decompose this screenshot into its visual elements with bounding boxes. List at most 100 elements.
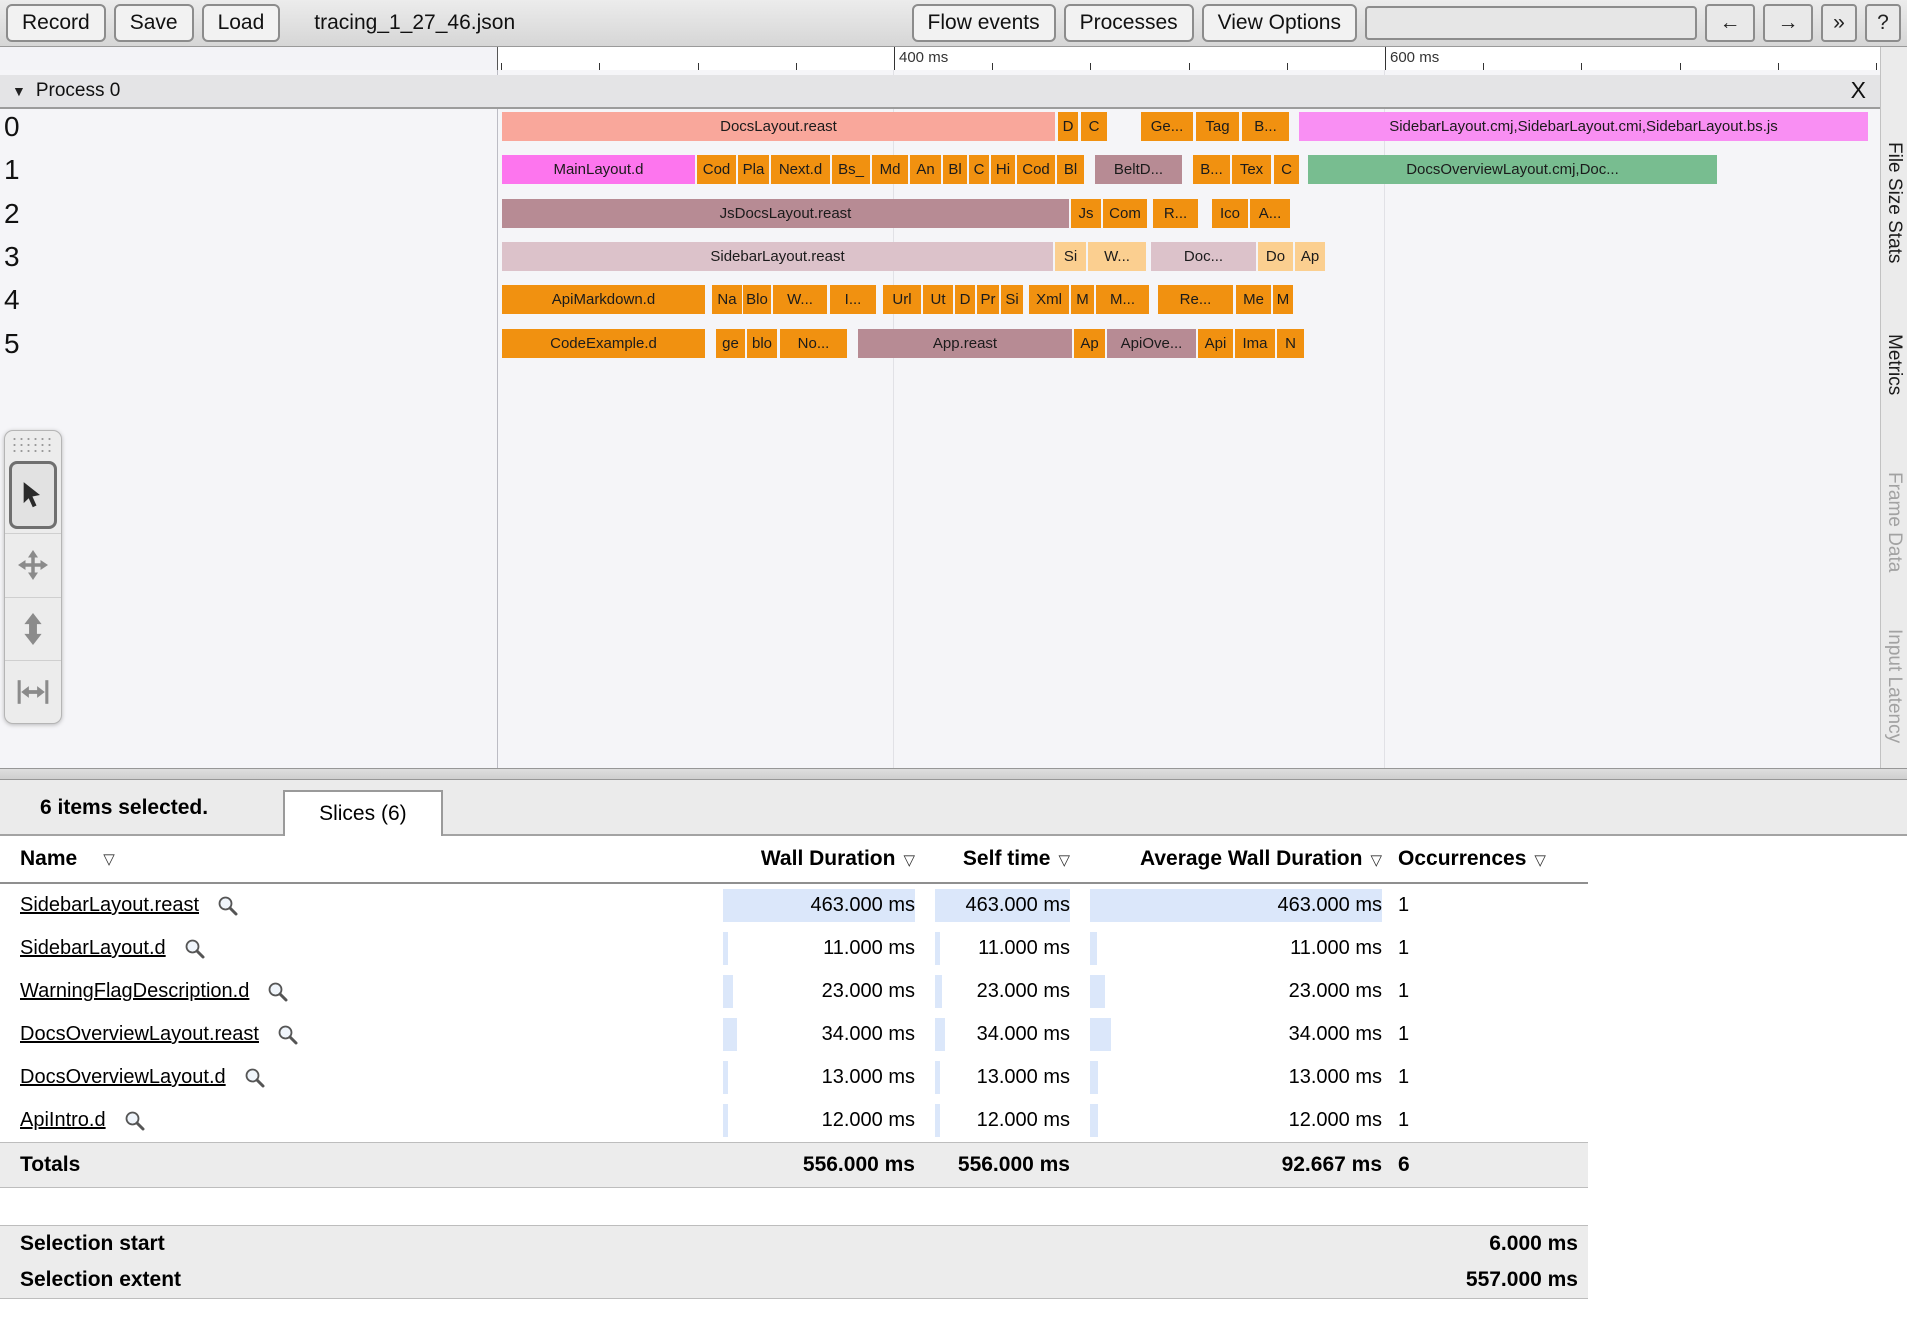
timing-tool-button[interactable] [5, 660, 61, 723]
flame-slice[interactable]: Pla [738, 155, 769, 184]
flow-events-button[interactable]: Flow events [912, 4, 1056, 41]
flame-slice[interactable]: Ap [1295, 242, 1325, 271]
view-options-button[interactable]: View Options [1202, 4, 1357, 41]
flame-slice[interactable]: Si [1001, 285, 1023, 314]
column-header-average-wall-duration[interactable]: Average Wall Duration▽ [1090, 847, 1382, 871]
magnifier-icon[interactable] [124, 1110, 146, 1132]
flame-slice[interactable]: Si [1055, 242, 1086, 271]
flame-slice[interactable]: An [910, 155, 941, 184]
zoom-tool-button[interactable] [5, 597, 61, 660]
slice-name-link[interactable]: WarningFlagDescription.d [20, 980, 249, 1003]
load-button[interactable]: Load [202, 4, 281, 41]
magnifier-icon[interactable] [217, 895, 239, 917]
column-header-self-time[interactable]: Self time▽ [935, 847, 1070, 871]
flame-slice[interactable]: M [1071, 285, 1094, 314]
slice-name-link[interactable]: SidebarLayout.d [20, 937, 166, 960]
magnifier-icon[interactable] [267, 981, 289, 1003]
record-button[interactable]: Record [6, 4, 106, 41]
flame-slice[interactable]: Cod [1017, 155, 1055, 184]
search-input[interactable] [1365, 6, 1697, 40]
slice-name-link[interactable]: SidebarLayout.reast [20, 894, 199, 917]
flame-slice[interactable]: Js [1071, 199, 1101, 228]
flame-slice[interactable]: Bs_ [832, 155, 870, 184]
flame-slice[interactable]: Doc... [1151, 242, 1256, 271]
flame-slice[interactable]: Com [1103, 199, 1147, 228]
flame-slice[interactable]: blo [747, 329, 777, 358]
save-button[interactable]: Save [114, 4, 194, 41]
flame-slice[interactable]: D [1058, 112, 1078, 141]
column-header-occurrences[interactable]: Occurrences▽ [1398, 847, 1588, 871]
flame-slice[interactable]: No... [780, 329, 847, 358]
flame-slice[interactable]: DocsOverviewLayout.cmj,Doc... [1308, 155, 1717, 184]
flame-slice[interactable]: Na [712, 285, 742, 314]
flame-slice[interactable]: Ap [1074, 329, 1105, 358]
process-header[interactable]: ▼ Process 0 X [0, 75, 1880, 109]
flame-slice[interactable]: CodeExample.d [502, 329, 705, 358]
flame-slice[interactable]: Md [872, 155, 908, 184]
slice-name-link[interactable]: ApiIntro.d [20, 1109, 106, 1132]
flame-slice[interactable]: ApiOve... [1107, 329, 1196, 358]
find-next-button[interactable]: → [1763, 4, 1813, 42]
flame-slice[interactable]: Next.d [771, 155, 830, 184]
help-button[interactable]: ? [1865, 4, 1901, 42]
flame-slice[interactable]: Tag [1196, 112, 1239, 141]
flame-slice[interactable]: Cod [697, 155, 736, 184]
flame-slice[interactable]: DocsLayout.reast [502, 112, 1055, 141]
time-ruler-canvas[interactable]: 400 ms600 ms [497, 47, 1881, 70]
flame-slice[interactable]: Re... [1158, 285, 1233, 314]
flame-slice[interactable]: N [1277, 329, 1304, 358]
flame-slice[interactable]: MainLayout.d [502, 155, 695, 184]
close-process-button[interactable]: X [1851, 77, 1866, 104]
flame-slice[interactable]: M [1273, 285, 1293, 314]
flame-slice[interactable]: M... [1096, 285, 1149, 314]
flame-slice[interactable]: B... [1193, 155, 1230, 184]
magnifier-icon[interactable] [184, 938, 206, 960]
flame-slice[interactable]: Bl [1057, 155, 1084, 184]
flame-slice[interactable]: Ima [1235, 329, 1275, 358]
flame-slice[interactable]: Api [1198, 329, 1233, 358]
more-button[interactable]: » [1821, 4, 1857, 42]
flame-slice[interactable]: SidebarLayout.reast [502, 242, 1053, 271]
flame-slice[interactable]: R... [1153, 199, 1198, 228]
flame-slice[interactable]: App.reast [858, 329, 1072, 358]
flame-slice[interactable]: A... [1250, 199, 1290, 228]
flame-slice[interactable]: C [969, 155, 989, 184]
slice-name-link[interactable]: DocsOverviewLayout.reast [20, 1023, 259, 1046]
column-header-name[interactable]: Name▽ [0, 847, 715, 871]
flame-slice[interactable]: W... [773, 285, 827, 314]
slice-name-link[interactable]: DocsOverviewLayout.d [20, 1066, 226, 1089]
flame-slice[interactable]: B... [1242, 112, 1289, 141]
find-previous-button[interactable]: ← [1705, 4, 1755, 42]
flame-slice[interactable]: C [1274, 155, 1299, 184]
flame-slice[interactable]: C [1081, 112, 1107, 141]
flame-slice[interactable]: BeltD... [1095, 155, 1182, 184]
flame-slice[interactable]: D [955, 285, 975, 314]
tab-slices[interactable]: Slices (6) [283, 790, 443, 836]
flame-slice[interactable]: Do [1258, 242, 1293, 271]
flame-slice[interactable]: Me [1236, 285, 1271, 314]
flame-slice[interactable]: ApiMarkdown.d [502, 285, 705, 314]
flame-slice[interactable]: Hi [991, 155, 1015, 184]
flame-slice[interactable]: JsDocsLayout.reast [502, 199, 1069, 228]
flame-slice[interactable]: Tex [1232, 155, 1271, 184]
flame-slice[interactable]: Blo [743, 285, 771, 314]
magnifier-icon[interactable] [244, 1067, 266, 1089]
flame-slice[interactable]: Ge... [1141, 112, 1193, 141]
flame-slice[interactable]: SidebarLayout.cmj,SidebarLayout.cmi,Side… [1299, 112, 1868, 141]
flame-slice[interactable]: Pr [977, 285, 999, 314]
panel-splitter[interactable] [0, 768, 1907, 780]
side-tab-file-size-stats[interactable]: File Size Stats [1883, 142, 1905, 263]
processes-button[interactable]: Processes [1064, 4, 1194, 41]
flame-slice[interactable]: Xml [1029, 285, 1069, 314]
palette-grip-handle[interactable] [11, 436, 55, 454]
flame-slice[interactable]: ge [716, 329, 745, 358]
timeline-canvas[interactable]: ▼ Process 0 X 0DocsLayout.reastDCGe...Ta… [0, 70, 1880, 768]
flame-slice[interactable]: Ico [1212, 199, 1248, 228]
flame-slice[interactable]: I... [830, 285, 876, 314]
select-tool-button[interactable] [9, 461, 57, 529]
side-tab-metrics[interactable]: Metrics [1883, 334, 1905, 395]
magnifier-icon[interactable] [277, 1024, 299, 1046]
pan-tool-button[interactable] [5, 533, 61, 596]
flame-slice[interactable]: Ut [923, 285, 953, 314]
flame-slice[interactable]: Url [883, 285, 921, 314]
